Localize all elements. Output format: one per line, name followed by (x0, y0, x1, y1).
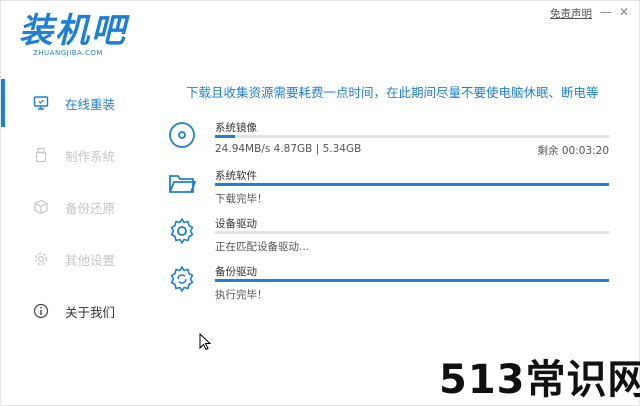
sidebar-item-other-settings[interactable]: 其他设置 (1, 235, 151, 283)
active-indicator (1, 79, 5, 127)
gear-icon (170, 218, 194, 244)
task-status: 正在匹配设备驱动... (215, 241, 310, 253)
disclaimer-link[interactable]: 免责声明 (550, 6, 592, 21)
logo: 装机吧 ZHUANGJIBA.COM (19, 11, 127, 57)
task-status: 下载完毕！ (215, 193, 268, 205)
task-name: 系统软件 (215, 170, 257, 182)
sidebar-item-make-system[interactable]: 制作系统 (1, 131, 151, 179)
progress-track (215, 183, 609, 186)
progress-fill (215, 135, 235, 138)
progress-track (215, 231, 609, 234)
progress-fill (215, 183, 609, 186)
sidebar-item-label: 备份还原 (65, 200, 116, 216)
sidebar-item-online-reinstall[interactable]: 在线重装 (1, 79, 151, 127)
close-button[interactable]: ✕ (617, 5, 631, 19)
gear-icon (34, 252, 48, 266)
sidebar-item-backup-restore[interactable]: 备份还原 (1, 183, 151, 231)
info-icon (33, 303, 49, 319)
monitor-icon (33, 96, 49, 110)
sidebar-item-label: 关于我们 (65, 304, 116, 320)
task-status: 24.94MB/s 4.87GB | 5.34GB (215, 143, 362, 155)
gear-refresh-icon (170, 266, 194, 292)
task-remaining: 剩余 00:03:20 (537, 145, 610, 157)
sidebar-item-label: 其他设置 (65, 252, 116, 268)
progress-track (215, 135, 609, 138)
task-name: 备份驱动 (215, 266, 257, 278)
disc-icon (169, 122, 195, 148)
task-status: 执行完毕！ (215, 289, 268, 301)
task-name: 系统镜像 (215, 122, 257, 134)
usb-drive-icon (35, 147, 47, 163)
app-window: 装机吧 ZHUANGJIBA.COM 免责声明 — ✕ 在线重装 制作系统 备份… (0, 0, 640, 406)
sidebar: 在线重装 制作系统 备份还原 其他设置 关于我们 (1, 79, 151, 339)
logo-text: 装机吧 (19, 11, 127, 51)
folder-icon (169, 175, 197, 193)
progress-fill (215, 279, 609, 282)
progress-track (215, 279, 609, 282)
task-name: 设备驱动 (215, 218, 257, 230)
mouse-cursor-icon (199, 333, 211, 351)
notice-text: 下载且收集资源需要耗费一点时间，在此期间尽量不要使电脑休眠、断电等 (186, 85, 599, 100)
sidebar-item-label: 在线重装 (65, 96, 116, 112)
watermark: 513常识网 (439, 357, 640, 403)
sidebar-item-label: 制作系统 (65, 148, 116, 164)
minimize-button[interactable]: — (599, 5, 613, 19)
sidebar-item-about-us[interactable]: 关于我们 (1, 287, 151, 335)
backup-box-icon (34, 199, 48, 215)
